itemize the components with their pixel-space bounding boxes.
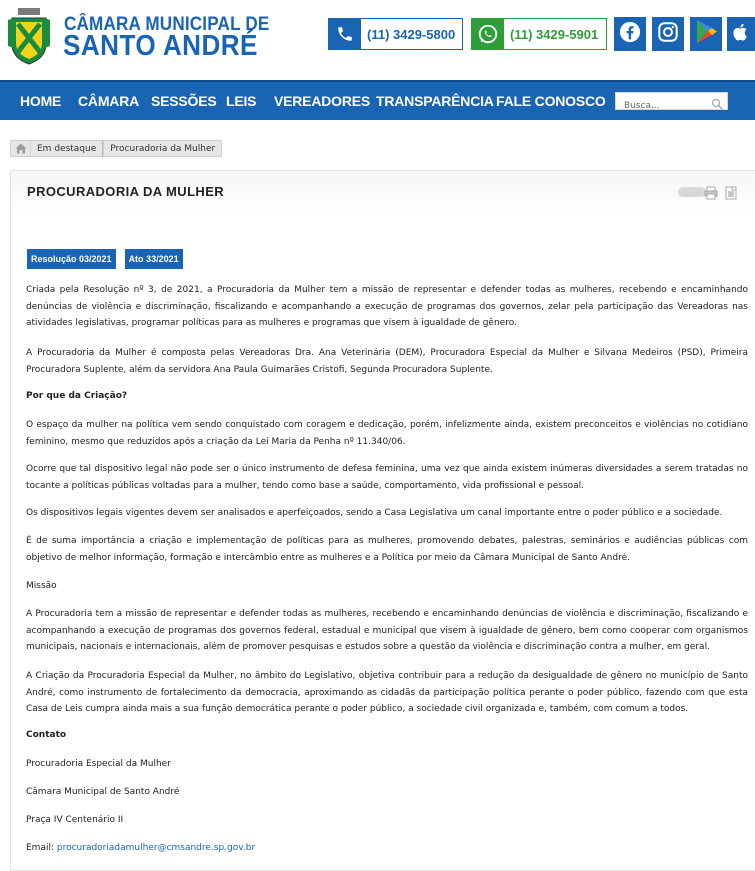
phone-icon: [329, 19, 361, 49]
phone-contact-button[interactable]: (11) 3429-5800: [328, 18, 463, 50]
print-icon[interactable]: [704, 185, 718, 204]
apple-icon: [731, 21, 751, 47]
content-panel: PROCURADORIA DA MULHER Resolução 03/2021…: [10, 170, 755, 871]
paragraph-why-1: O espaço da mulher na política vem sendo…: [26, 420, 748, 447]
page-title: PROCURADORIA DA MULHER: [27, 184, 225, 199]
pdf-icon[interactable]: [724, 185, 738, 204]
nav-item-home[interactable]: HOME: [20, 93, 61, 109]
contact-heading: Contato: [26, 730, 67, 740]
nav-item-transparencia[interactable]: TRANSPARÊNCIA: [376, 93, 494, 109]
nav-item-sessoes[interactable]: SESSÕES: [151, 93, 217, 109]
nav-item-vereadores[interactable]: VEREADORES: [274, 93, 370, 109]
breadcrumb-current: Procuradoria da Mulher: [103, 140, 223, 157]
tools-divider: [678, 187, 706, 197]
composition-paragraph: A Procuradoria da Mulher é composta pela…: [26, 348, 748, 375]
contact-line-address: Praça IV Centenário II: [26, 815, 124, 825]
home-icon[interactable]: [10, 140, 30, 157]
city-crest-logo[interactable]: [8, 6, 50, 66]
intro-paragraph: Criada pela Resolução nº 3, de 2021, a P…: [26, 285, 748, 328]
instagram-link[interactable]: [652, 17, 684, 51]
contact-line-chamber: Câmara Municipal de Santo André: [26, 787, 180, 797]
google-play-icon: [694, 19, 718, 49]
email-label: Email:: [26, 843, 57, 853]
search-input[interactable]: [616, 98, 706, 114]
contact-email-line: Email: procuradoriadamulher@cmsandre.sp.…: [26, 840, 748, 857]
whatsapp-number: (11) 3429-5901: [510, 26, 599, 42]
badge-resolucao[interactable]: Resolução 03/2021: [27, 249, 116, 269]
email-link[interactable]: procuradoriadamulher@cmsandre.sp.gov.br: [57, 843, 255, 853]
breadcrumb-link-em-destaque[interactable]: Em destaque: [30, 140, 103, 157]
contact-line-org: Procuradoria Especial da Mulher: [26, 759, 171, 769]
phone-number: (11) 3429-5800: [367, 26, 456, 42]
section-heading-mission: Missão: [26, 581, 57, 591]
breadcrumb: Em destaque Procuradoria da Mulher: [10, 140, 223, 157]
nav-item-camara[interactable]: CÂMARA: [78, 93, 139, 109]
app-store-link[interactable]: [727, 17, 755, 51]
nav-item-fale-conosco[interactable]: FALE CONOSCO: [496, 93, 606, 109]
nav-item-leis[interactable]: LEIS: [226, 93, 257, 109]
whatsapp-icon: [472, 19, 504, 49]
facebook-icon: [619, 21, 641, 47]
search-icon[interactable]: [711, 95, 723, 110]
search-box: [615, 92, 728, 114]
content-tools: [678, 185, 746, 200]
whatsapp-contact-button[interactable]: (11) 3429-5901: [471, 18, 607, 50]
paragraph-mission-1: A Procuradoria tem a missão de represent…: [26, 609, 748, 652]
site-header: CÂMARA MUNICIPAL DE SANTO ANDRÉ (11) 342…: [0, 0, 755, 80]
instagram-icon: [657, 21, 679, 47]
badge-ato[interactable]: Ato 33/2021: [124, 249, 183, 269]
main-navigation: HOME CÂMARA SESSÕES LEIS VEREADORES TRAN…: [0, 80, 755, 120]
document-badges: Resolução 03/2021 Ato 33/2021: [27, 249, 183, 269]
paragraph-why-4: É de suma importância a criação e implem…: [26, 536, 748, 563]
paragraph-why-3: Os dispositivos legais vigentes devem se…: [26, 508, 723, 518]
paragraph-why-2: Ocorre que tal dispositivo legal não pod…: [26, 464, 748, 491]
paragraph-mission-2: A Criação da Procuradoria Especial da Mu…: [26, 671, 748, 714]
logo-title-line2[interactable]: SANTO ANDRÉ: [63, 30, 258, 63]
content-header: PROCURADORIA DA MULHER: [11, 171, 755, 213]
facebook-link[interactable]: [614, 17, 646, 51]
section-heading-why: Por que da Criação?: [26, 391, 128, 401]
google-play-link[interactable]: [690, 17, 722, 51]
